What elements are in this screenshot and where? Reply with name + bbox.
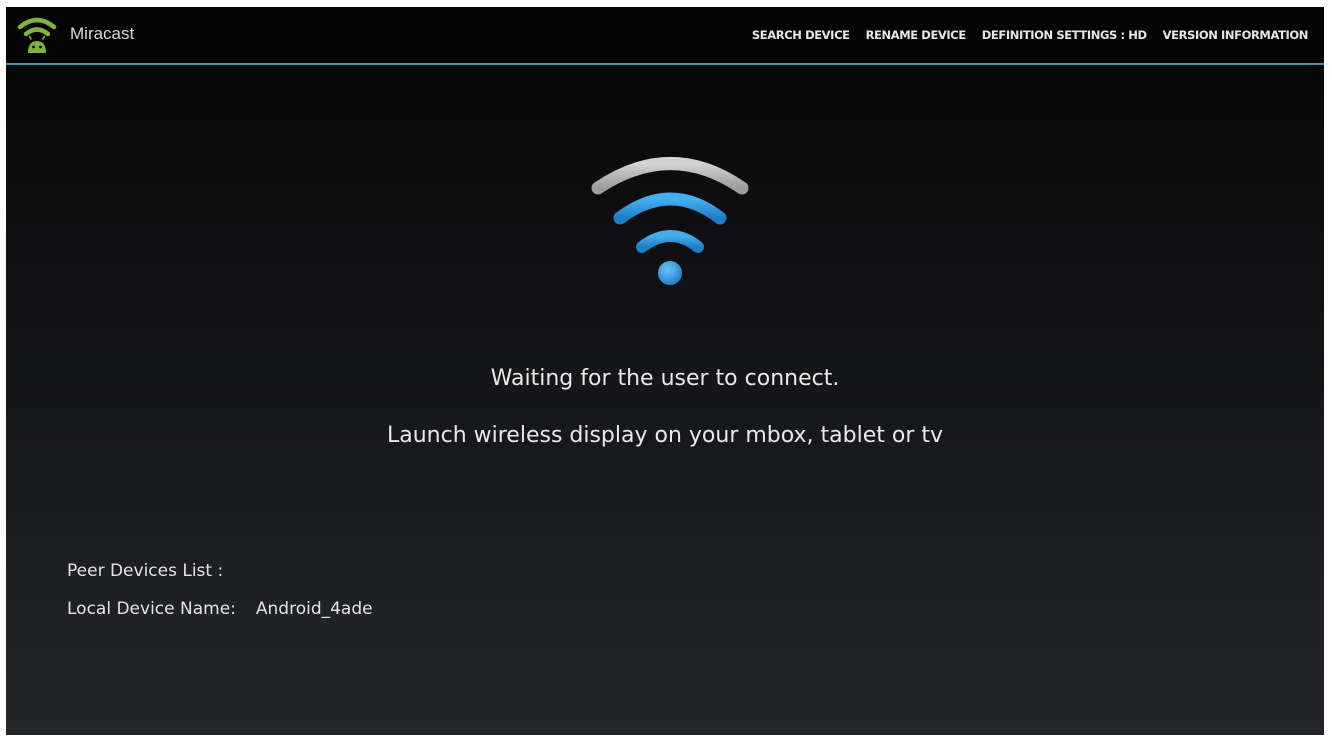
search-device-button[interactable]: SEARCH DEVICE xyxy=(744,7,858,63)
status-instruction-text: Launch wireless display on your mbox, ta… xyxy=(386,423,944,448)
action-menu: SEARCH DEVICE RENAME DEVICE DEFINITION S… xyxy=(744,7,1316,63)
local-device-label: Local Device Name: xyxy=(67,599,236,619)
status-waiting-text: Waiting for the user to connect. xyxy=(490,366,840,391)
definition-settings-button[interactable]: DEFINITION SETTINGS : HD xyxy=(974,7,1155,63)
app-title: Miracast xyxy=(70,24,135,43)
wifi-signal-icon xyxy=(591,157,749,285)
action-bar: Miracast SEARCH DEVICE RENAME DEVICE DEF… xyxy=(6,7,1324,63)
peer-devices-label: Peer Devices List : xyxy=(67,561,224,581)
peer-devices-row: Peer Devices List : xyxy=(67,560,223,582)
local-device-value: Android_4ade xyxy=(255,599,373,619)
version-information-button[interactable]: VERSION INFORMATION xyxy=(1155,7,1316,63)
local-device-row: Local Device Name: Android_4ade xyxy=(67,598,373,620)
miracast-wifi-android-icon xyxy=(17,17,57,53)
miracast-screen: Miracast SEARCH DEVICE RENAME DEVICE DEF… xyxy=(6,7,1324,735)
rename-device-button[interactable]: RENAME DEVICE xyxy=(858,7,974,63)
action-bar-divider xyxy=(6,63,1324,65)
